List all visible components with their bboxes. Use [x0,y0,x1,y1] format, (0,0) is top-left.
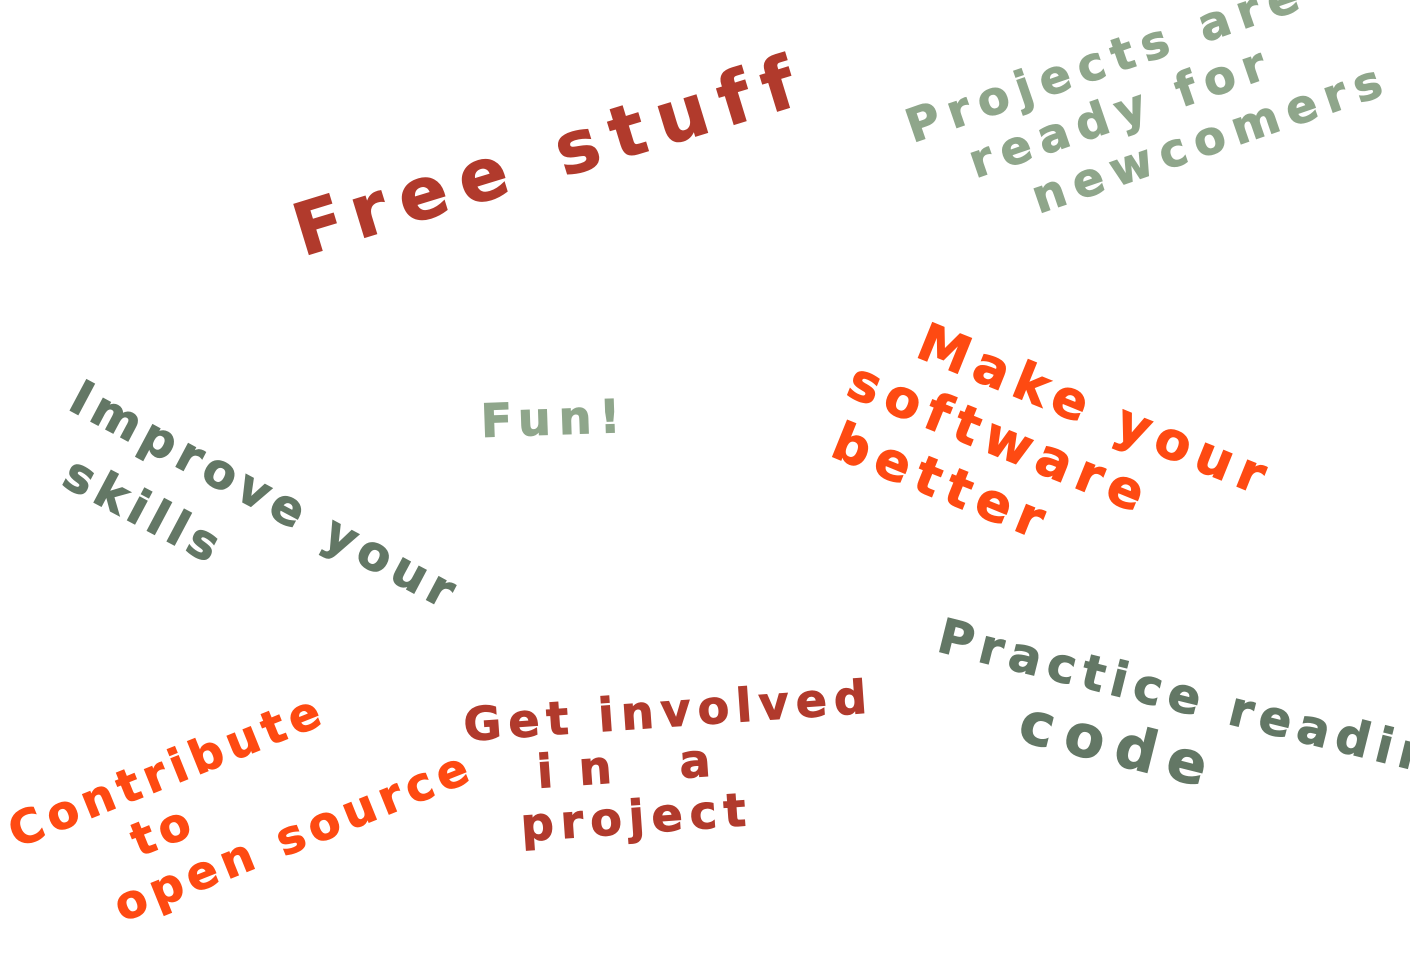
phrase-practice-reading-code: Practice reading code [917,608,1410,859]
phrase-line: project [518,782,755,853]
phrase-make-your-software-better: Make your software better [823,312,1282,621]
phrase-line: Free stuff [283,36,819,273]
phrase-contribute-to-open-source: Contribute to open source [0,642,482,955]
phrase-get-involved-in-a-project: Get involved in a project [461,669,882,853]
phrase-free-stuff: Free stuff [283,36,819,273]
phrase-improve-your-skills: Improve your skills [30,369,470,681]
phrase-line: Fun! [479,388,630,448]
phrase-projects-ready-for-newcomers: Projects are ready for newcomers [898,0,1398,252]
phrase-fun: Fun! [479,388,630,448]
